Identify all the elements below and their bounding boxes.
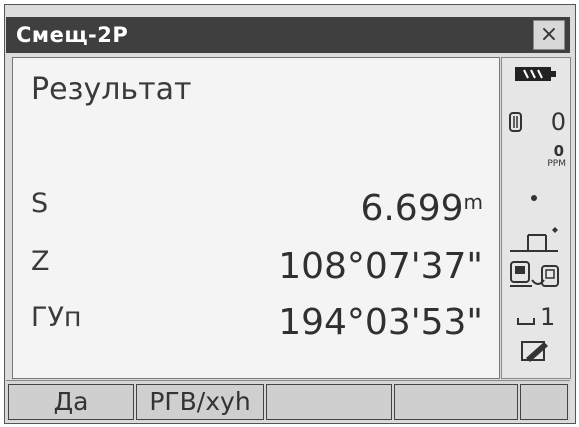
row-label-s: S <box>31 188 49 219</box>
slot-icon <box>517 318 535 325</box>
battery-icon <box>515 67 556 81</box>
softkey-rgv-xyh[interactable]: РГВ/xyh <box>136 384 264 420</box>
ppm-value: 0 <box>553 142 564 160</box>
row-value-z: 108°07'37" <box>278 246 483 287</box>
unit-s: m <box>463 190 483 214</box>
dot-icon <box>531 195 537 201</box>
tilt-icon <box>510 227 558 252</box>
status-sidebar: 0 0 PPM 1 <box>501 57 571 379</box>
softkey-empty-5[interactable] <box>520 384 568 420</box>
target-constant: 0 <box>550 108 566 136</box>
row-value-hz: 194°03'53" <box>278 302 483 343</box>
row-z: Z 108°07'37" <box>13 246 499 287</box>
softkey-yes[interactable]: Да <box>8 384 134 420</box>
row-value-s: 6.699m <box>360 188 483 229</box>
result-heading: Результат <box>31 72 192 107</box>
edit-icon <box>521 341 548 362</box>
window-title: Смещ-2P <box>16 23 129 47</box>
prism-icon <box>509 112 522 132</box>
row-s: S 6.699m <box>13 188 499 229</box>
close-button[interactable]: × <box>533 20 565 50</box>
row-label-hz: ГУп <box>31 302 82 333</box>
softkey-bar: Да РГВ/xyh <box>6 380 570 421</box>
value-s: 6.699 <box>360 188 464 229</box>
counter-value: 1 <box>540 303 556 331</box>
title-bar: Смещ-2P × <box>6 17 570 53</box>
row-hz: ГУп 194°03'53" <box>13 302 499 343</box>
result-panel: Результат S 6.699m Z 108°07'37" ГУп 194°… <box>12 57 500 379</box>
softkey-empty-3[interactable] <box>266 384 392 420</box>
ppm-label: PPM <box>547 159 566 169</box>
row-label-z: Z <box>31 246 50 277</box>
instrument-icon <box>510 261 559 287</box>
softkey-empty-4[interactable] <box>394 384 518 420</box>
